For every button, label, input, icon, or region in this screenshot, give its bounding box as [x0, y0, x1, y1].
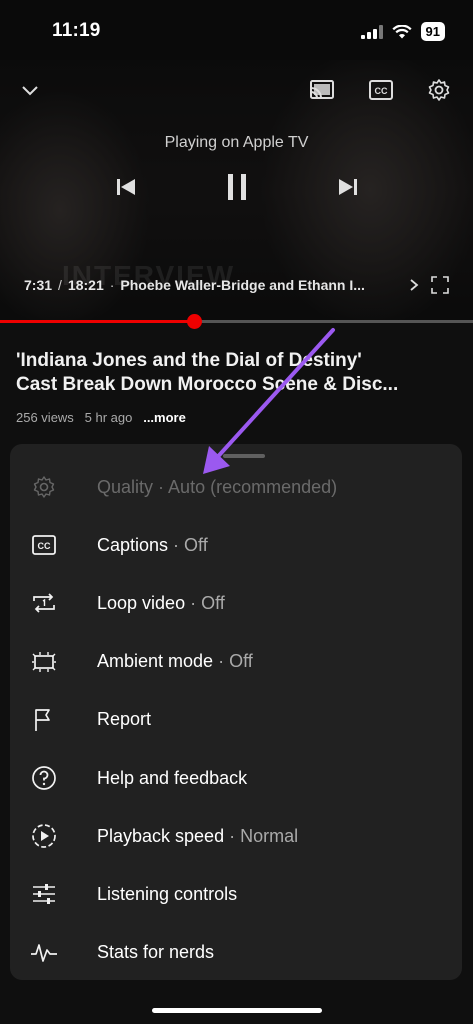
status-time: 11:19: [52, 20, 101, 41]
pause-icon: [228, 174, 246, 200]
menu-item-loop-video[interactable]: Loop video · Off: [10, 574, 462, 632]
status-bar: 11:19 91: [0, 0, 473, 60]
cc-icon: CC: [30, 531, 58, 559]
menu-item-label: Help and feedback: [97, 767, 248, 788]
battery-indicator: 91: [420, 22, 445, 41]
chevron-down-icon: [22, 86, 38, 96]
video-title[interactable]: 'Indiana Jones and the Dial of Destiny' …: [16, 349, 461, 397]
view-count: 256 views: [16, 410, 74, 425]
signal-icon: [360, 24, 383, 39]
chapter-title[interactable]: Phoebe Waller-Bridge and Ethann I...: [120, 277, 401, 293]
playback-speed-icon: [30, 822, 58, 850]
video-player[interactable]: INTERVIEW CC Playing on Apple TV 7:31 / …: [0, 60, 473, 322]
menu-item-value: · Off: [185, 592, 225, 613]
progress-bar[interactable]: [0, 314, 473, 329]
time-separator: /: [58, 277, 62, 293]
progress-knob[interactable]: [186, 314, 202, 329]
menu-item-captions[interactable]: CC Captions · Off: [10, 516, 462, 574]
pause-button[interactable]: [222, 171, 252, 203]
svg-text:CC: CC: [375, 86, 388, 96]
menu-item-ambient-mode[interactable]: Ambient mode · Off: [10, 633, 462, 691]
skip-previous-icon: [117, 179, 135, 195]
cc-icon: CC: [369, 80, 393, 100]
menu-item-report[interactable]: Report: [10, 691, 462, 749]
duration: 18:21: [67, 277, 104, 293]
video-meta: 256 views 5 hr ago ...more: [16, 410, 186, 425]
menu-item-value: · Off: [213, 651, 253, 672]
video-title-line-1: 'Indiana Jones and the Dial of Destiny': [16, 350, 362, 371]
sliders-icon: [30, 880, 58, 908]
menu-item-label: Playback speed · Normal: [97, 825, 299, 846]
menu-item-label: Captions · Off: [97, 534, 208, 555]
menu-item-label: Quality · Auto (recommended): [97, 476, 338, 497]
video-title-line-2: Cast Break Down Morocco Scene & Disc...: [16, 374, 399, 395]
flag-icon: [30, 706, 58, 734]
gear-icon: [30, 473, 58, 501]
gear-icon: [428, 79, 450, 101]
time-and-chapter-row: 7:31 / 18:21 · Phoebe Waller-Bridge and …: [24, 276, 449, 294]
settings-button[interactable]: [425, 76, 453, 104]
help-icon: [30, 764, 58, 792]
menu-item-help-and-feedback[interactable]: Help and feedback: [10, 749, 462, 807]
menu-item-listening-controls[interactable]: Listening controls: [10, 865, 462, 923]
menu-item-label: Ambient mode · Off: [97, 651, 253, 672]
menu-item-label: Listening controls: [97, 883, 238, 904]
upload-age: 5 hr ago: [84, 410, 133, 425]
progress-fill: [0, 320, 194, 323]
menu-item-value: · Auto (recommended): [153, 476, 338, 497]
chapter-separator: ·: [109, 277, 115, 293]
previous-button[interactable]: [112, 173, 140, 201]
status-icons: 91: [360, 22, 445, 41]
pulse-icon: [30, 939, 58, 967]
svg-text:CC: CC: [38, 541, 51, 551]
captions-button[interactable]: CC: [367, 76, 395, 104]
menu-item-quality: Quality · Auto (recommended): [10, 458, 462, 516]
minimize-button[interactable]: [16, 76, 44, 104]
menu-item-value: · Normal: [224, 825, 299, 846]
wifi-icon: [391, 24, 412, 38]
cast-status-text: Playing on Apple TV: [164, 134, 309, 151]
cast-button[interactable]: [308, 76, 336, 104]
chevron-right-icon[interactable]: [407, 278, 421, 292]
menu-item-stats-for-nerds[interactable]: Stats for nerds: [10, 924, 462, 980]
cast-icon: [310, 80, 334, 99]
menu-item-value: · Off: [168, 534, 208, 555]
loop-icon: [30, 589, 58, 617]
menu-item-playback-speed[interactable]: Playback speed · Normal: [10, 807, 462, 865]
settings-sheet: Quality · Auto (recommended) CC Captions ·…: [10, 444, 462, 980]
next-button[interactable]: [334, 173, 362, 201]
fullscreen-icon[interactable]: [431, 276, 449, 294]
current-time: 7:31: [24, 277, 53, 293]
home-indicator[interactable]: [152, 1008, 322, 1013]
skip-next-icon: [339, 179, 357, 195]
more-link[interactable]: ...more: [143, 410, 186, 425]
menu-item-label: Report: [97, 709, 152, 730]
menu-item-label: Stats for nerds: [97, 942, 215, 963]
menu-item-label: Loop video · Off: [97, 592, 225, 613]
ambient-mode-icon: [30, 648, 58, 676]
